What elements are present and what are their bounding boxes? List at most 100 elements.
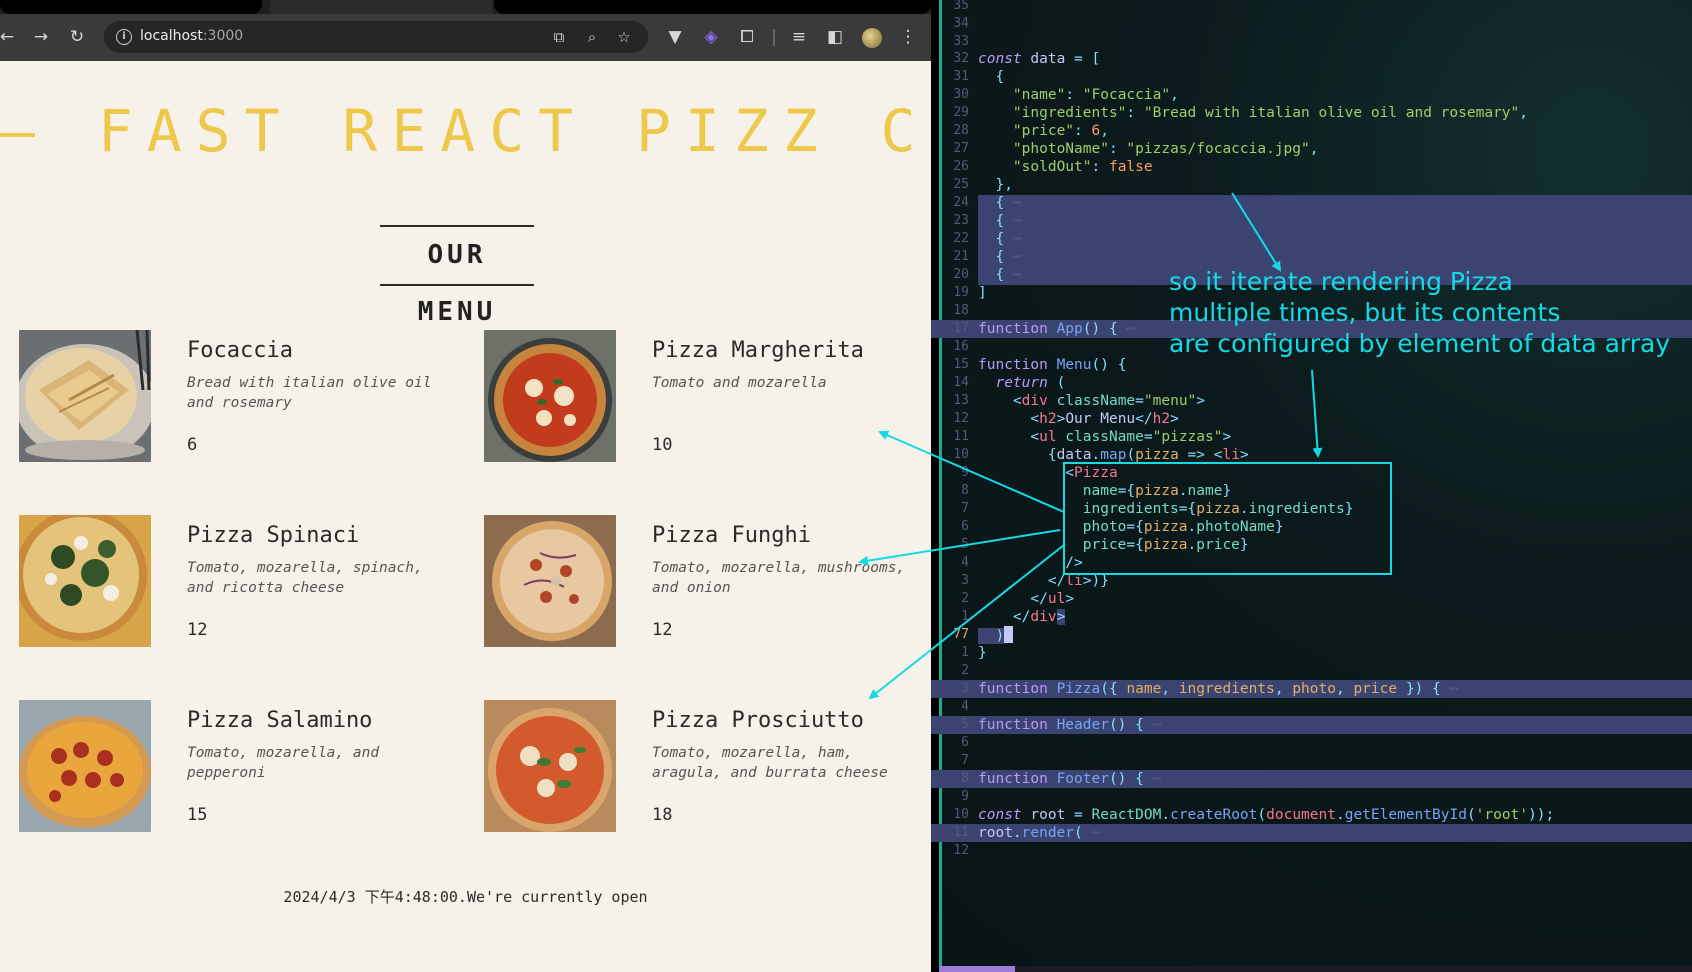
pizza-price: 12 <box>187 620 208 640</box>
code-line[interactable]: 2 </ul> <box>931 590 1692 608</box>
pizza-name: Pizza Spinaci <box>187 523 360 548</box>
pizza-name: Focaccia <box>187 338 293 363</box>
profile-avatar[interactable] <box>862 28 882 48</box>
annotation-text: so it iterate rendering Pizza multiple t… <box>1169 267 1671 358</box>
pizza-ingredients: Tomato, mozarella, ham, aragula, and bur… <box>652 745 888 781</box>
star-icon[interactable]: ☆ <box>613 26 635 48</box>
code-editor[interactable]: 35 34 33 32 const data = [ 31 { 30 "name"… <box>931 0 1692 972</box>
code-line[interactable]: 2 <box>931 662 1692 680</box>
forward-icon[interactable]: → <box>28 24 54 50</box>
pizza-photo-margherita <box>484 330 616 462</box>
code-line[interactable]: 5 function Header() { ⋯ <box>931 716 1692 734</box>
browser-tab[interactable] <box>270 0 492 14</box>
code-line[interactable]: 6 <box>931 734 1692 752</box>
browser-window: ← → ↻ i localhost:3000 ⧉ ⌕ ☆ ▼ ◈ ⧠ | ≡ ◧… <box>0 0 1126 972</box>
pizza-photo-prosciutto <box>484 700 616 832</box>
code-line[interactable]: 32 const data = [ <box>931 50 1692 68</box>
browser-tab[interactable] <box>494 0 931 14</box>
menu-item: Pizza Funghi Tomato, mozarella, mushroom… <box>484 515 929 647</box>
code-line[interactable]: 10 {data.map(pizza => <li> <box>931 446 1692 464</box>
code-line[interactable]: 14 return ( <box>931 374 1692 392</box>
pizza-price: 18 <box>652 805 673 825</box>
code-line[interactable]: 1} <box>931 644 1692 662</box>
side-panel-icon[interactable]: ◧ <box>822 24 848 50</box>
code-line[interactable]: 34 <box>931 15 1692 33</box>
pizza-price: 6 <box>187 435 198 455</box>
menu-item: Pizza Salamino Tomato, mozarella, and pe… <box>19 700 464 832</box>
code-line[interactable]: 24 { ⋯ <box>931 194 1692 212</box>
code-line[interactable]: 3 </li>)} <box>931 572 1692 590</box>
pizza-price: 12 <box>652 620 673 640</box>
extension-shield-icon[interactable]: ◈ <box>698 24 724 50</box>
code-line[interactable]: 9 <Pizza <box>931 464 1692 482</box>
pizza-name: Pizza Margherita <box>652 338 864 363</box>
code-line[interactable]: 22 { ⋯ <box>931 230 1692 248</box>
pizza-photo-funghi <box>484 515 616 647</box>
code-line[interactable]: 1 </div> <box>931 608 1692 626</box>
menu-item: Pizza Spinaci Tomato, mozarella, spinach… <box>19 515 464 647</box>
mode-indicator <box>939 966 1015 972</box>
menu-heading: OUR MENU <box>380 225 534 327</box>
footer-status: 2024/4/3 下午4:48:00.We're currently open <box>283 888 648 906</box>
code-line[interactable]: 30 "name": "Focaccia", <box>931 86 1692 104</box>
pizza-price: 15 <box>187 805 208 825</box>
code-line[interactable]: 11 root.render( ⋯ <box>931 824 1692 842</box>
pizza-ingredients: Tomato, mozarella, mushrooms, and onion <box>652 560 906 596</box>
info-icon[interactable]: i <box>116 29 132 45</box>
code-line[interactable]: 27 "photoName": "pizzas/focaccia.jpg", <box>931 140 1692 158</box>
code-line[interactable]: 4 <box>931 698 1692 716</box>
code-line[interactable]: 11 <ul className="pizzas"> <box>931 428 1692 446</box>
pizza-photo-salamino <box>19 700 151 832</box>
pizza-ingredients: Tomato, mozarella, and pepperoni <box>187 745 380 781</box>
code-line[interactable]: 33 <box>931 33 1692 51</box>
reload-icon[interactable]: ↻ <box>64 24 90 50</box>
menu-item: Pizza Margherita Tomato and mozarella 10 <box>484 330 929 462</box>
code-line[interactable]: 26 "soldOut": false <box>931 158 1692 176</box>
text-cursor <box>1004 626 1014 643</box>
code-line[interactable]: 7 <box>931 752 1692 770</box>
pizza-photo-focaccia <box>19 330 151 462</box>
pizza-name: Pizza Prosciutto <box>652 708 864 733</box>
address-bar[interactable]: i localhost:3000 ⧉ ⌕ ☆ <box>104 21 648 53</box>
code-line[interactable]: 31 { <box>931 68 1692 86</box>
code-line[interactable]: 13 <div className="menu"> <box>931 392 1692 410</box>
pizza-name: Pizza Funghi <box>652 523 811 548</box>
code-line[interactable]: 5 price={pizza.price} <box>931 536 1692 554</box>
code-line[interactable]: 4 /> <box>931 554 1692 572</box>
code-line[interactable]: 10 const root = ReactDOM.createRoot(docum… <box>931 806 1692 824</box>
code-line[interactable]: 8 name={pizza.name} <box>931 482 1692 500</box>
code-line[interactable]: 12 <h2>Our Menu</h2> <box>931 410 1692 428</box>
code-line[interactable]: 21 { ⋯ <box>931 248 1692 266</box>
code-line[interactable]: 29 "ingredients": "Bread with italian ol… <box>931 104 1692 122</box>
code-line[interactable]: 6 photo={pizza.photoName} <box>931 518 1692 536</box>
extension-v-icon[interactable]: ▼ <box>662 24 688 50</box>
code-line[interactable]: 7 ingredients={pizza.ingredients} <box>931 500 1692 518</box>
code-line-current[interactable]: 77 ) <box>931 626 1692 644</box>
menu-item: Focaccia Bread with italian olive oil an… <box>19 330 464 462</box>
tab-strip <box>0 0 931 14</box>
pizza-ingredients: Tomato, mozarella, spinach, and ricotta … <box>187 560 423 596</box>
toolbar-divider: | <box>771 27 777 47</box>
zoom-icon[interactable]: ⌕ <box>581 26 603 48</box>
code-line[interactable]: 12 <box>931 842 1692 860</box>
pizza-ingredients: Tomato and mozarella <box>652 375 827 391</box>
install-app-icon[interactable]: ⧉ <box>548 26 570 48</box>
back-icon[interactable]: ← <box>0 24 20 50</box>
code-line[interactable]: 9 <box>931 788 1692 806</box>
code-line[interactable]: 25 }, <box>931 176 1692 194</box>
pizza-price: 10 <box>652 435 673 455</box>
extensions-puzzle-icon[interactable]: ⧠ <box>734 24 760 50</box>
editor-status-bar <box>939 966 1692 972</box>
url-text[interactable]: localhost:3000 <box>140 28 243 44</box>
code-line[interactable]: 28 "price": 6, <box>931 122 1692 140</box>
kebab-menu-icon[interactable]: ⋮ <box>895 24 921 50</box>
code-line[interactable]: 23 { ⋯ <box>931 212 1692 230</box>
menu-item: Pizza Prosciutto Tomato, mozarella, ham,… <box>484 700 929 832</box>
pizza-ingredients: Bread with italian olive oil and rosemar… <box>187 375 432 411</box>
code-line[interactable]: 8 function Footer() { ⋯ <box>931 770 1692 788</box>
media-control-icon[interactable]: ≡ <box>786 24 812 50</box>
code-line[interactable]: 3 function Pizza({ name, ingredients, pho… <box>931 680 1692 698</box>
browser-tab[interactable] <box>0 0 262 14</box>
code-line[interactable]: 35 <box>931 0 1692 15</box>
page-title: — FAST REACT PIZZ CO. — <box>0 97 1126 165</box>
